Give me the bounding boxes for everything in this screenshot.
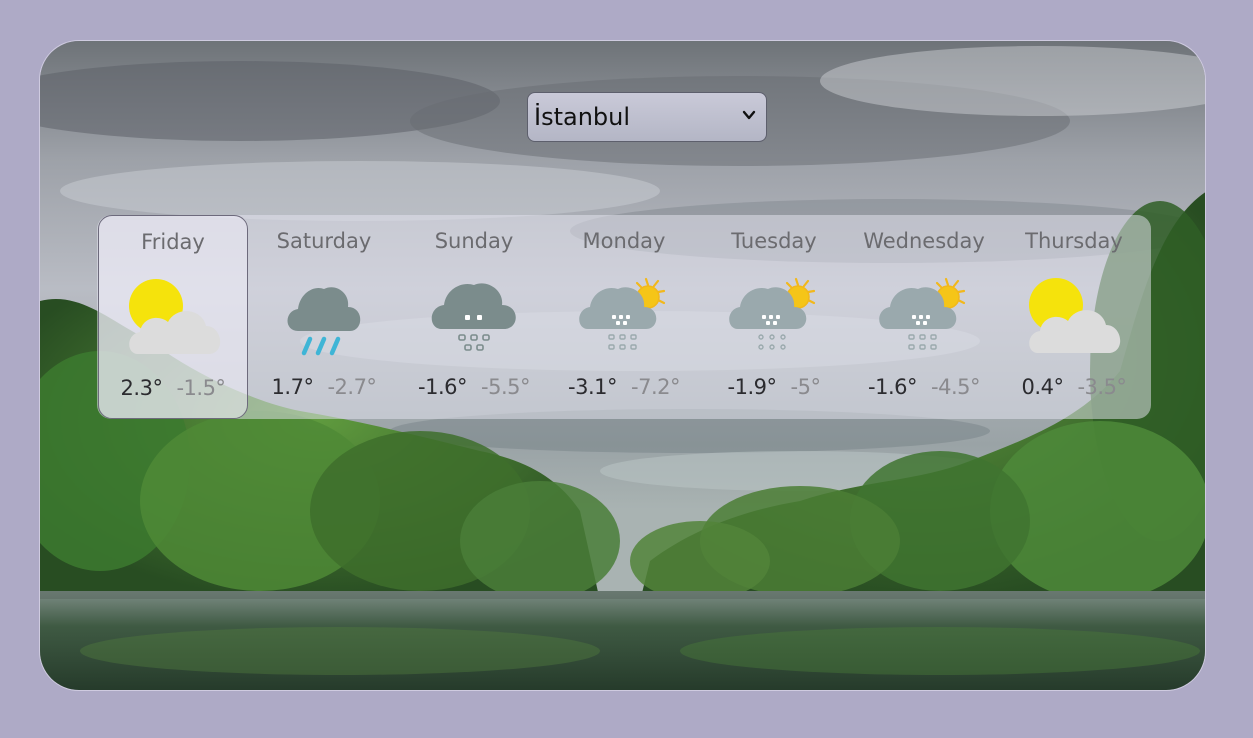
day-card-sunday[interactable]: Sunday -1.6° -5.5° bbox=[399, 215, 549, 419]
temp-low: -4.5° bbox=[931, 375, 980, 399]
day-name: Saturday bbox=[276, 229, 372, 253]
city-select-value: İstanbul bbox=[534, 103, 631, 131]
day-card-friday[interactable]: Friday 2.3° -1.5° bbox=[98, 215, 248, 419]
day-name: Wednesday bbox=[863, 229, 985, 253]
day-name: Tuesday bbox=[731, 229, 817, 253]
chevron-down-icon bbox=[742, 110, 756, 120]
day-card-wednesday[interactable]: Wednesday -1.6° -4.5° bbox=[849, 215, 999, 419]
snow-cloud-with-sun-icon bbox=[729, 277, 816, 350]
temp-low: -5.5° bbox=[481, 375, 530, 399]
temp-high: -1.6° bbox=[418, 375, 467, 399]
temp-low: -7.2° bbox=[631, 375, 680, 399]
temp-low: -1.5° bbox=[176, 376, 226, 400]
sun-behind-cloud-icon bbox=[129, 279, 221, 354]
day-card-thursday[interactable]: Thursday 0.4° -3.5° bbox=[999, 215, 1149, 419]
weather-card: İstanbul Friday 2.3° -1.5° Saturday 1.7° -… bbox=[39, 40, 1206, 691]
day-name: Friday bbox=[141, 230, 205, 254]
rain-cloud-icon bbox=[287, 287, 361, 356]
temp-high: -3.1° bbox=[568, 375, 617, 399]
sun-behind-cloud-icon bbox=[1029, 278, 1121, 353]
day-name: Monday bbox=[582, 229, 666, 253]
day-name: Sunday bbox=[434, 229, 514, 253]
snow-cloud-with-sun-icon bbox=[879, 277, 966, 350]
temp-high: -1.6° bbox=[868, 375, 917, 399]
temp-high: 1.7° bbox=[271, 375, 314, 399]
day-card-tuesday[interactable]: Tuesday -1.9° -5° bbox=[699, 215, 849, 419]
city-select[interactable]: İstanbul bbox=[527, 92, 767, 142]
temp-high: -1.9° bbox=[727, 375, 777, 399]
snow-cloud-with-sun-icon bbox=[579, 277, 666, 350]
temp-low: -2.7° bbox=[327, 375, 377, 399]
temp-low: -5° bbox=[790, 375, 821, 399]
temp-high: 2.3° bbox=[120, 376, 163, 400]
forecast-panel: Friday 2.3° -1.5° Saturday 1.7° -2.7° Sund… bbox=[97, 215, 1151, 419]
day-name: Thursday bbox=[1025, 229, 1123, 253]
temp-high: 0.4° bbox=[1021, 375, 1064, 399]
day-card-saturday[interactable]: Saturday 1.7° -2.7° bbox=[249, 215, 399, 419]
temp-low: -3.5° bbox=[1077, 375, 1127, 399]
snow-cloud-icon bbox=[431, 283, 516, 351]
day-card-monday[interactable]: Monday -3.1° -7.2° bbox=[549, 215, 699, 419]
